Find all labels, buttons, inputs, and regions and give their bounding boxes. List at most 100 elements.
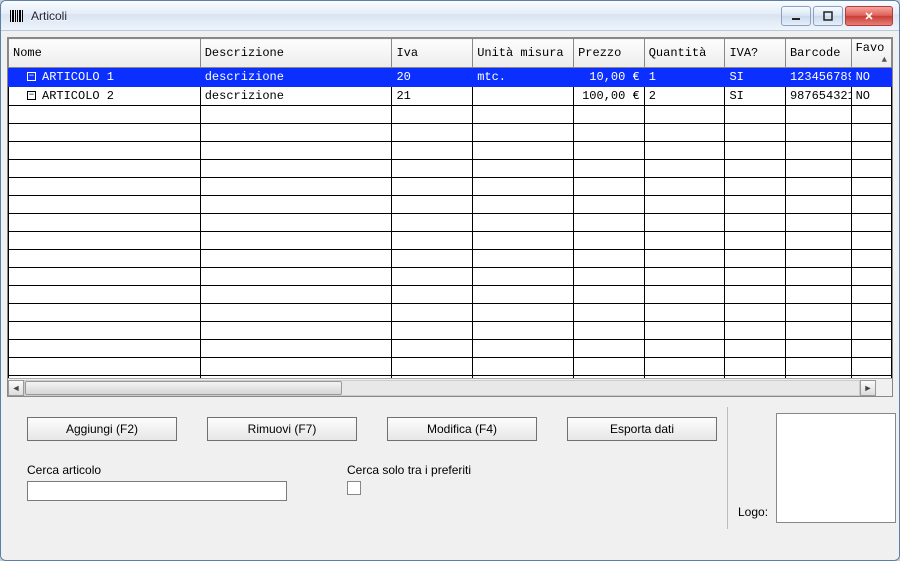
cell-quantita[interactable]: 1 (644, 68, 725, 87)
table-row[interactable] (9, 268, 892, 286)
cell-iva[interactable] (392, 142, 473, 160)
table-row[interactable] (9, 232, 892, 250)
cell-prezzo[interactable] (574, 142, 645, 160)
cell-quantita[interactable] (644, 322, 725, 340)
cell-barcode[interactable] (785, 160, 851, 178)
cell-unita[interactable]: mtc. (473, 68, 574, 87)
cell-descrizione[interactable]: descrizione (200, 68, 392, 87)
cell-descrizione[interactable] (200, 340, 392, 358)
cell-favo[interactable] (851, 304, 891, 322)
remove-button[interactable]: Rimuovi (F7) (207, 417, 357, 441)
cell-barcode[interactable] (785, 250, 851, 268)
cell-favo[interactable] (851, 196, 891, 214)
cell-quantita[interactable] (644, 286, 725, 304)
cell-iva_flag[interactable] (725, 340, 786, 358)
table-row[interactable] (9, 142, 892, 160)
search-input[interactable] (27, 481, 287, 501)
cell-iva_flag[interactable] (725, 268, 786, 286)
cell-descrizione[interactable] (200, 358, 392, 376)
cell-descrizione[interactable] (200, 304, 392, 322)
cell-prezzo[interactable] (574, 196, 645, 214)
cell-quantita[interactable] (644, 268, 725, 286)
horizontal-scrollbar[interactable]: ◄ ► (8, 378, 892, 396)
cell-iva_flag[interactable] (725, 160, 786, 178)
cell-favo[interactable] (851, 286, 891, 304)
cell-iva_flag[interactable] (725, 196, 786, 214)
table-row[interactable] (9, 322, 892, 340)
cell-quantita[interactable] (644, 250, 725, 268)
cell-nome[interactable] (9, 124, 201, 142)
scroll-thumb[interactable] (25, 381, 342, 395)
cell-barcode[interactable] (785, 286, 851, 304)
cell-barcode[interactable] (785, 358, 851, 376)
cell-quantita[interactable] (644, 106, 725, 124)
cell-favo[interactable] (851, 358, 891, 376)
cell-iva[interactable] (392, 160, 473, 178)
scroll-left-arrow[interactable]: ◄ (8, 380, 24, 396)
table-row[interactable] (9, 304, 892, 322)
cell-favo[interactable] (851, 178, 891, 196)
export-button[interactable]: Esporta dati (567, 417, 717, 441)
cell-descrizione[interactable] (200, 232, 392, 250)
cell-unita[interactable] (473, 142, 574, 160)
cell-quantita[interactable] (644, 358, 725, 376)
cell-prezzo[interactable] (574, 250, 645, 268)
cell-quantita[interactable] (644, 232, 725, 250)
cell-descrizione[interactable] (200, 196, 392, 214)
cell-unita[interactable] (473, 340, 574, 358)
cell-unita[interactable] (473, 178, 574, 196)
cell-iva_flag[interactable] (725, 232, 786, 250)
cell-descrizione[interactable] (200, 178, 392, 196)
cell-descrizione[interactable] (200, 322, 392, 340)
cell-iva_flag[interactable] (725, 178, 786, 196)
cell-nome[interactable]: −ARTICOLO 2 (9, 87, 201, 106)
cell-unita[interactable] (473, 196, 574, 214)
cell-descrizione[interactable] (200, 160, 392, 178)
table-row[interactable] (9, 214, 892, 232)
cell-iva[interactable] (392, 322, 473, 340)
cell-iva_flag[interactable] (725, 322, 786, 340)
cell-unita[interactable] (473, 304, 574, 322)
cell-nome[interactable] (9, 196, 201, 214)
cell-quantita[interactable] (644, 160, 725, 178)
cell-iva_flag[interactable] (725, 304, 786, 322)
cell-favo[interactable] (851, 214, 891, 232)
cell-nome[interactable] (9, 304, 201, 322)
cell-iva_flag[interactable]: SI (725, 87, 786, 106)
table-row[interactable]: −ARTICOLO 2descrizione21100,00 €2SI98765… (9, 87, 892, 106)
cell-iva[interactable] (392, 124, 473, 142)
cell-nome[interactable] (9, 250, 201, 268)
articles-table[interactable]: Nome Descrizione Iva Unità misura Prezzo… (8, 38, 892, 378)
table-row[interactable] (9, 358, 892, 376)
cell-nome[interactable] (9, 178, 201, 196)
cell-nome[interactable] (9, 268, 201, 286)
cell-favo[interactable] (851, 106, 891, 124)
cell-favo[interactable] (851, 124, 891, 142)
cell-quantita[interactable] (644, 178, 725, 196)
cell-quantita[interactable] (644, 340, 725, 358)
cell-barcode[interactable] (785, 142, 851, 160)
cell-prezzo[interactable] (574, 268, 645, 286)
cell-unita[interactable] (473, 160, 574, 178)
cell-iva[interactable] (392, 286, 473, 304)
cell-unita[interactable] (473, 124, 574, 142)
cell-iva[interactable]: 21 (392, 87, 473, 106)
cell-prezzo[interactable] (574, 214, 645, 232)
cell-quantita[interactable] (644, 196, 725, 214)
cell-unita[interactable] (473, 87, 574, 106)
col-header-favo[interactable]: Favo▲ (851, 39, 891, 68)
table-row[interactable]: −ARTICOLO 1descrizione20mtc.10,00 €1SI12… (9, 68, 892, 87)
cell-iva_flag[interactable]: SI (725, 68, 786, 87)
cell-prezzo[interactable] (574, 160, 645, 178)
cell-favo[interactable]: NO (851, 87, 891, 106)
cell-prezzo[interactable]: 10,00 € (574, 68, 645, 87)
cell-prezzo[interactable] (574, 358, 645, 376)
logo-preview[interactable] (776, 413, 896, 523)
cell-iva_flag[interactable] (725, 358, 786, 376)
cell-barcode[interactable] (785, 196, 851, 214)
cell-barcode[interactable]: 987654321 (785, 87, 851, 106)
cell-iva_flag[interactable] (725, 250, 786, 268)
cell-favo[interactable] (851, 268, 891, 286)
cell-prezzo[interactable] (574, 340, 645, 358)
table-row[interactable] (9, 286, 892, 304)
